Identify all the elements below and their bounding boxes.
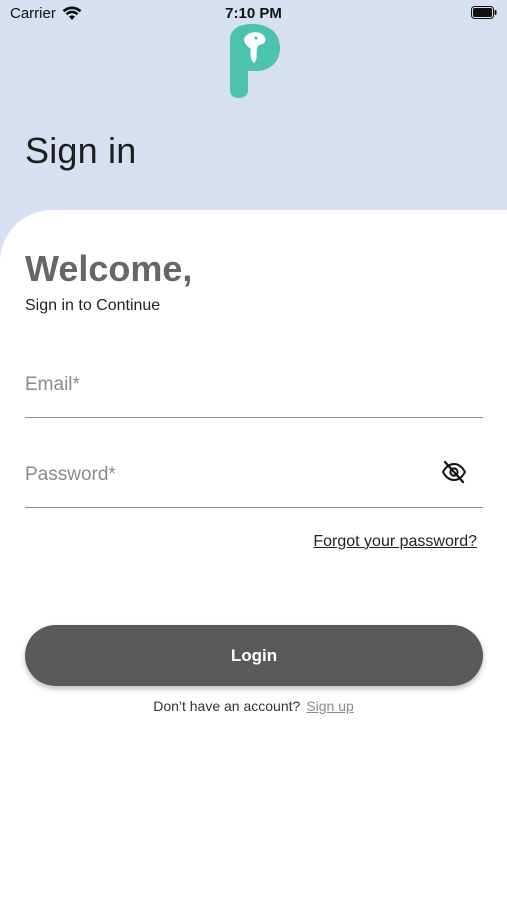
forgot-password-link[interactable]: Forgot your password? [313,533,477,551]
signup-question: Don’t have an account? [153,698,301,714]
app-logo-icon [230,24,280,98]
signup-prompt: Don’t have an account? Sign up [0,698,507,714]
signup-link[interactable]: Sign up [306,698,353,714]
battery-icon [471,6,497,19]
sign-in-screen: Carrier 7:10 PM Sign in Welcome, Sign in… [0,0,507,900]
status-time: 7:10 PM [225,5,282,22]
password-input[interactable] [25,455,483,495]
page-title: Sign in [25,130,137,171]
eye-off-icon[interactable] [441,459,467,485]
email-field-container [25,365,483,418]
welcome-heading: Welcome, [25,248,193,289]
password-field-container [25,455,483,508]
email-input[interactable] [25,365,483,405]
login-button[interactable]: Login [25,625,483,686]
sign-in-card: Welcome, Sign in to Continue Forgot your… [0,210,507,900]
welcome-subtitle: Sign in to Continue [25,297,161,314]
